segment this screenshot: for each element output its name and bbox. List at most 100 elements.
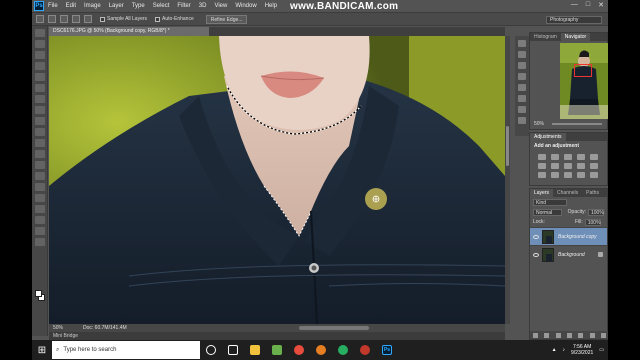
taskbar-clock[interactable]: 7:56 AM 9/23/2021 bbox=[571, 344, 593, 356]
selective-color-icon[interactable] bbox=[590, 172, 598, 178]
hue-saturation-icon[interactable] bbox=[538, 163, 546, 169]
file-explorer-icon[interactable] bbox=[250, 345, 260, 355]
menu-type[interactable]: Type bbox=[132, 3, 145, 9]
visibility-eye-icon[interactable] bbox=[533, 234, 539, 239]
eyedropper-tool-icon[interactable] bbox=[34, 84, 45, 92]
canvas-horizontal-scrollbar[interactable] bbox=[299, 326, 369, 330]
quick-selection-tool-icon[interactable] bbox=[36, 15, 44, 23]
eraser-tool-icon[interactable] bbox=[34, 139, 45, 147]
pen-tool-icon[interactable] bbox=[34, 183, 45, 191]
healing-brush-tool-icon[interactable] bbox=[34, 95, 45, 103]
navigator-zoom-slider[interactable] bbox=[552, 123, 602, 125]
exposure-icon[interactable] bbox=[577, 154, 585, 160]
workspace-select[interactable]: Photography bbox=[546, 16, 602, 24]
refine-edge-button[interactable]: Refine Edge... bbox=[205, 14, 248, 24]
clone-stamp-tool-icon[interactable] bbox=[34, 117, 45, 125]
minimize-button[interactable]: — bbox=[571, 1, 578, 9]
clone-source-panel-icon[interactable] bbox=[518, 95, 526, 102]
dodge-tool-icon[interactable] bbox=[34, 172, 45, 180]
marquee-tool-icon[interactable] bbox=[34, 40, 45, 48]
levels-icon[interactable] bbox=[551, 154, 559, 160]
cortana-icon[interactable] bbox=[206, 345, 216, 355]
threshold-icon[interactable] bbox=[564, 172, 572, 178]
crop-tool-icon[interactable] bbox=[34, 73, 45, 81]
auto-enhance-checkbox[interactable] bbox=[155, 16, 161, 22]
store-icon[interactable] bbox=[272, 345, 282, 355]
fill-field[interactable]: 100% bbox=[584, 218, 601, 226]
curves-icon[interactable] bbox=[564, 154, 572, 160]
add-to-selection-icon[interactable] bbox=[60, 15, 68, 23]
layer-style-icon[interactable] bbox=[544, 332, 550, 338]
vibrance-icon[interactable] bbox=[590, 154, 598, 160]
new-layer-icon[interactable] bbox=[589, 332, 595, 338]
color-balance-icon[interactable] bbox=[551, 163, 559, 169]
history-brush-tool-icon[interactable] bbox=[34, 128, 45, 136]
menu-window[interactable]: Window bbox=[235, 3, 256, 9]
network-icon[interactable]: ▲ bbox=[552, 347, 557, 353]
menu-image[interactable]: Image bbox=[84, 3, 101, 9]
info-panel-icon[interactable] bbox=[518, 73, 526, 80]
photoshop-taskbar-icon[interactable]: Ps bbox=[382, 345, 392, 355]
image-canvas[interactable] bbox=[49, 36, 505, 324]
notifications-icon[interactable]: ▭ bbox=[599, 347, 604, 353]
close-button[interactable]: ✕ bbox=[598, 1, 604, 9]
invert-icon[interactable] bbox=[538, 172, 546, 178]
new-group-icon[interactable] bbox=[578, 332, 584, 338]
brush-panel-icon[interactable] bbox=[518, 84, 526, 91]
brightness-contrast-icon[interactable] bbox=[538, 154, 546, 160]
canvas-vertical-scrollbar[interactable] bbox=[505, 36, 510, 324]
menu-help[interactable]: Help bbox=[265, 3, 277, 9]
tab-histogram[interactable]: Histogram bbox=[530, 33, 561, 41]
firefox-icon[interactable] bbox=[316, 345, 326, 355]
new-selection-icon[interactable] bbox=[48, 15, 56, 23]
windows-start-icon[interactable]: ⊞ bbox=[32, 340, 52, 360]
black-white-icon[interactable] bbox=[564, 163, 572, 169]
actions-panel-icon[interactable] bbox=[518, 51, 526, 58]
add-mask-icon[interactable] bbox=[555, 332, 561, 338]
taskbar-search-box[interactable]: ⌕ Type here to search bbox=[52, 341, 200, 359]
tab-navigator[interactable]: Navigator bbox=[560, 33, 591, 41]
posterize-icon[interactable] bbox=[551, 172, 559, 178]
document-tab[interactable]: DSC6176.JPG @ 50% (Background copy, RGB/… bbox=[49, 27, 209, 36]
opacity-field[interactable]: 100% bbox=[588, 208, 604, 216]
menu-view[interactable]: View bbox=[214, 3, 227, 9]
zoom-level[interactable]: 50% bbox=[53, 325, 63, 331]
gradient-tool-icon[interactable] bbox=[34, 150, 45, 158]
type-tool-icon[interactable] bbox=[34, 194, 45, 202]
layer-background[interactable]: Background bbox=[530, 245, 607, 263]
photo-filter-icon[interactable] bbox=[577, 163, 585, 169]
task-view-icon[interactable] bbox=[228, 345, 238, 355]
delete-layer-icon[interactable] bbox=[600, 332, 606, 338]
menu-3d[interactable]: 3D bbox=[199, 3, 207, 9]
foreground-color-swatch[interactable] bbox=[35, 290, 42, 297]
zoom-tool-icon[interactable] bbox=[34, 238, 45, 246]
tab-layers[interactable]: Layers bbox=[530, 189, 554, 197]
menu-filter[interactable]: Filter bbox=[177, 3, 190, 9]
blur-tool-icon[interactable] bbox=[34, 161, 45, 169]
sample-all-layers-checkbox[interactable] bbox=[100, 16, 105, 22]
vertical-scroll-thumb[interactable] bbox=[506, 126, 509, 166]
move-tool-icon[interactable] bbox=[34, 29, 45, 37]
media-player-icon[interactable] bbox=[294, 345, 304, 355]
new-adjustment-layer-icon[interactable] bbox=[566, 332, 572, 338]
gradient-map-icon[interactable] bbox=[577, 172, 585, 178]
path-selection-tool-icon[interactable] bbox=[34, 205, 45, 213]
menu-edit[interactable]: Edit bbox=[66, 3, 76, 9]
history-panel-icon[interactable] bbox=[518, 40, 526, 47]
tab-paths[interactable]: Paths bbox=[582, 189, 603, 197]
tab-adjustments[interactable]: Adjustments bbox=[530, 133, 566, 141]
volume-icon[interactable]: ♪ bbox=[563, 347, 566, 353]
link-layers-icon[interactable] bbox=[533, 332, 539, 338]
maximize-button[interactable]: □ bbox=[586, 1, 590, 9]
bandicam-icon[interactable] bbox=[360, 345, 370, 355]
shape-tool-icon[interactable] bbox=[34, 216, 45, 224]
channel-mixer-icon[interactable] bbox=[590, 163, 598, 169]
brush-tool-icon[interactable] bbox=[34, 106, 45, 114]
navigator-preview[interactable] bbox=[560, 43, 608, 119]
layer-kind-filter[interactable]: Kind bbox=[533, 198, 567, 206]
mini-bridge-tab[interactable]: Mini Bridge bbox=[49, 332, 505, 340]
lasso-tool-icon[interactable] bbox=[34, 51, 45, 59]
document-info[interactable]: Doc: 60.7M/141.4M bbox=[83, 325, 127, 331]
menu-file[interactable]: File bbox=[48, 3, 58, 9]
visibility-eye-icon[interactable] bbox=[533, 252, 539, 257]
